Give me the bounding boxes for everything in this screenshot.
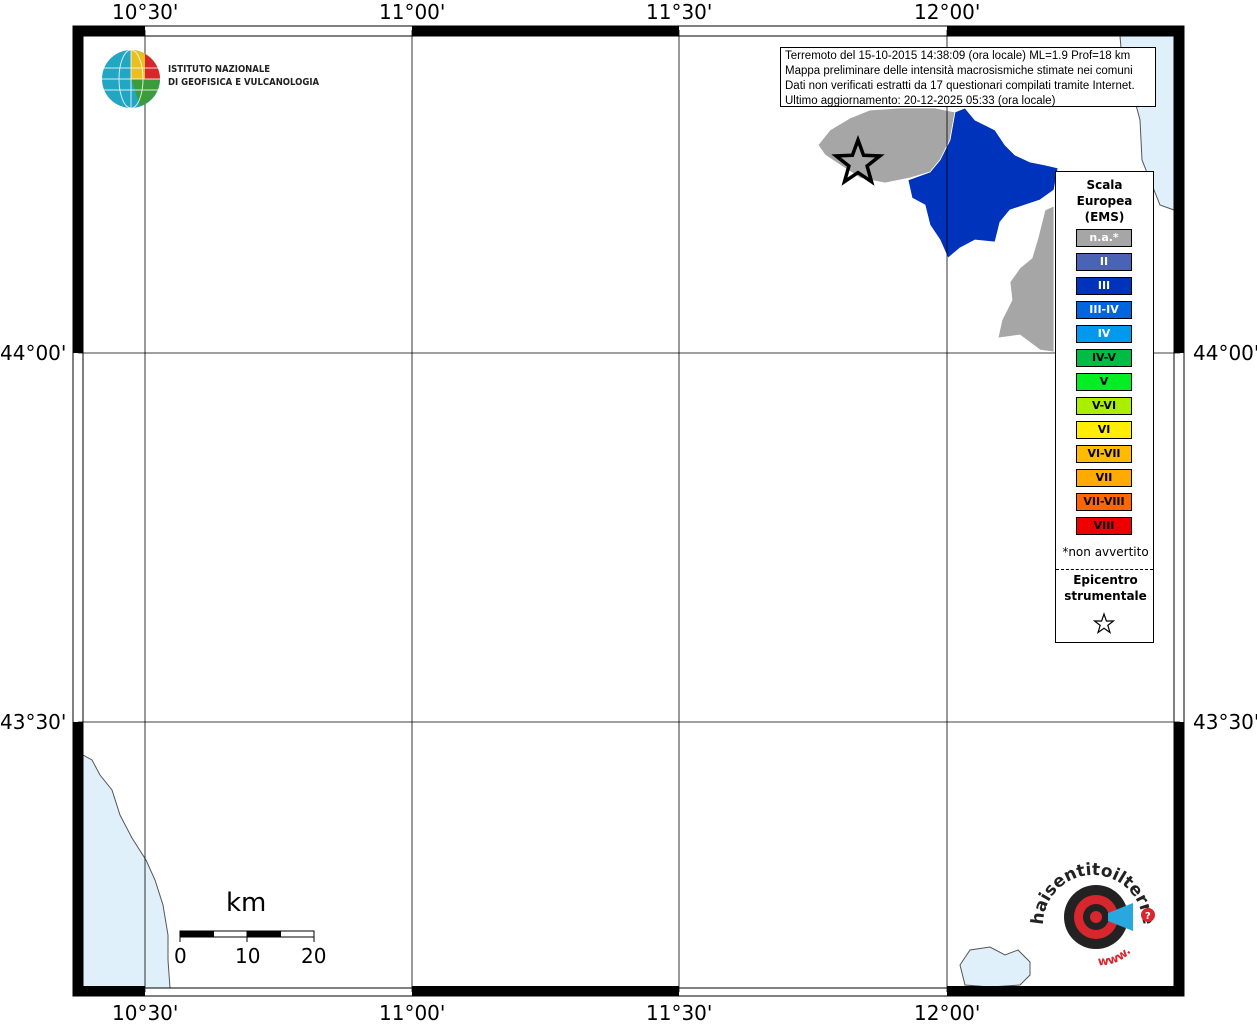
legend-swatch-5: IV-V: [1076, 349, 1132, 367]
lon-label-top-4: 12°00': [914, 0, 981, 24]
legend-swatch-0: n.a.*: [1076, 229, 1132, 247]
event-info-line4: Ultimo aggiornamento: 20-12-2025 05:33 (…: [785, 95, 1056, 107]
hsit-target-center: [1090, 911, 1102, 923]
legend-swatch-11: VII-VIII: [1076, 493, 1132, 511]
event-info-box: Terremoto del 15-10-2015 14:38:09 (ora l…: [780, 47, 1156, 107]
ems-legend: Scala Europea (EMS) n.a.* II III III-IV IV IV…: [1055, 171, 1154, 643]
legend-swatch-3: III-IV: [1076, 301, 1132, 319]
globe-icon: [102, 49, 160, 109]
event-info-line2: Mappa preliminare delle intensità macros…: [785, 65, 1133, 77]
lon-label-bottom-1: 10°30': [112, 1001, 179, 1025]
legend-title-line2: Europea: [1076, 194, 1133, 208]
legend-swatch-2: III: [1076, 277, 1132, 295]
ingv-logo-line1: ISTITUTO NAZIONALE: [168, 64, 271, 75]
event-info-line3: Dati non verificati estratti da 17 quest…: [785, 80, 1135, 92]
legend-epicenter-line1: Epicentro: [1073, 573, 1138, 587]
lon-label-bottom-3: 11°30': [646, 1001, 713, 1025]
legend-swatch-12: VIII: [1076, 517, 1132, 535]
scale-bar-unit: km: [226, 888, 267, 918]
ingv-logo-text: ISTITUTO NAZIONALE DI GEOFISICA E VULCAN…: [168, 63, 319, 89]
legend-title-line1: Scala: [1086, 178, 1123, 192]
scale-bar-tick-10: 10: [235, 944, 261, 968]
legend-epicenter-line2: strumentale: [1064, 589, 1147, 603]
lon-label-bottom-4: 12°00': [914, 1001, 981, 1025]
legend-title: Scala Europea (EMS): [1056, 177, 1153, 225]
hsit-logo: haisentitoilterremoto.it www. ?: [1028, 855, 1158, 968]
ingv-logo-line2: DI GEOFISICA E VULCANOLOGIA: [168, 77, 320, 88]
lat-label-left-1: 44°00': [0, 341, 67, 365]
legend-swatch-9: VI-VII: [1076, 445, 1132, 463]
legend-title-line3: (EMS): [1084, 210, 1125, 224]
legend-swatch-10: VII: [1076, 469, 1132, 487]
area-not-felt-east: [997, 205, 1055, 353]
scale-bar: [179, 930, 315, 942]
star-icon: [1092, 612, 1116, 635]
legend-separator: [1056, 569, 1153, 570]
legend-swatch-6: V: [1076, 373, 1132, 391]
legend-swatch-7: V-VI: [1076, 397, 1132, 415]
sea-lake: [959, 946, 1031, 988]
lon-label-top-3: 11°30': [646, 0, 713, 24]
ingv-logo: ISTITUTO NAZIONALE DI GEOFISICA E VULCAN…: [100, 48, 320, 109]
sea-tyrrhenian: [82, 754, 171, 989]
scale-bar-tick-0: 0: [174, 944, 187, 968]
legend-swatch-4: IV: [1076, 325, 1132, 343]
lat-label-left-2: 43°30': [0, 710, 67, 734]
scale-bar-tick-20: 20: [301, 944, 327, 968]
lon-label-top-2: 11°00': [379, 0, 446, 24]
lon-label-bottom-2: 11°00': [379, 1001, 446, 1025]
event-info-line1: Terremoto del 15-10-2015 14:38:09 (ora l…: [785, 50, 1131, 62]
legend-epicenter: Epicentro strumentale: [1056, 572, 1155, 604]
lat-label-right-1: 44°00': [1193, 341, 1257, 365]
legend-note: *non avvertito: [1062, 545, 1149, 559]
legend-swatch-1: II: [1076, 253, 1132, 271]
lat-label-right-2: 43°30': [1193, 710, 1257, 734]
hsit-question-mark: ?: [1145, 911, 1151, 922]
lon-label-top-1: 10°30': [112, 0, 179, 24]
legend-items: n.a.* II III III-IV IV IV-V V V-VI VI VI-VII VII VI…: [1076, 229, 1132, 541]
legend-swatch-8: VI: [1076, 421, 1132, 439]
